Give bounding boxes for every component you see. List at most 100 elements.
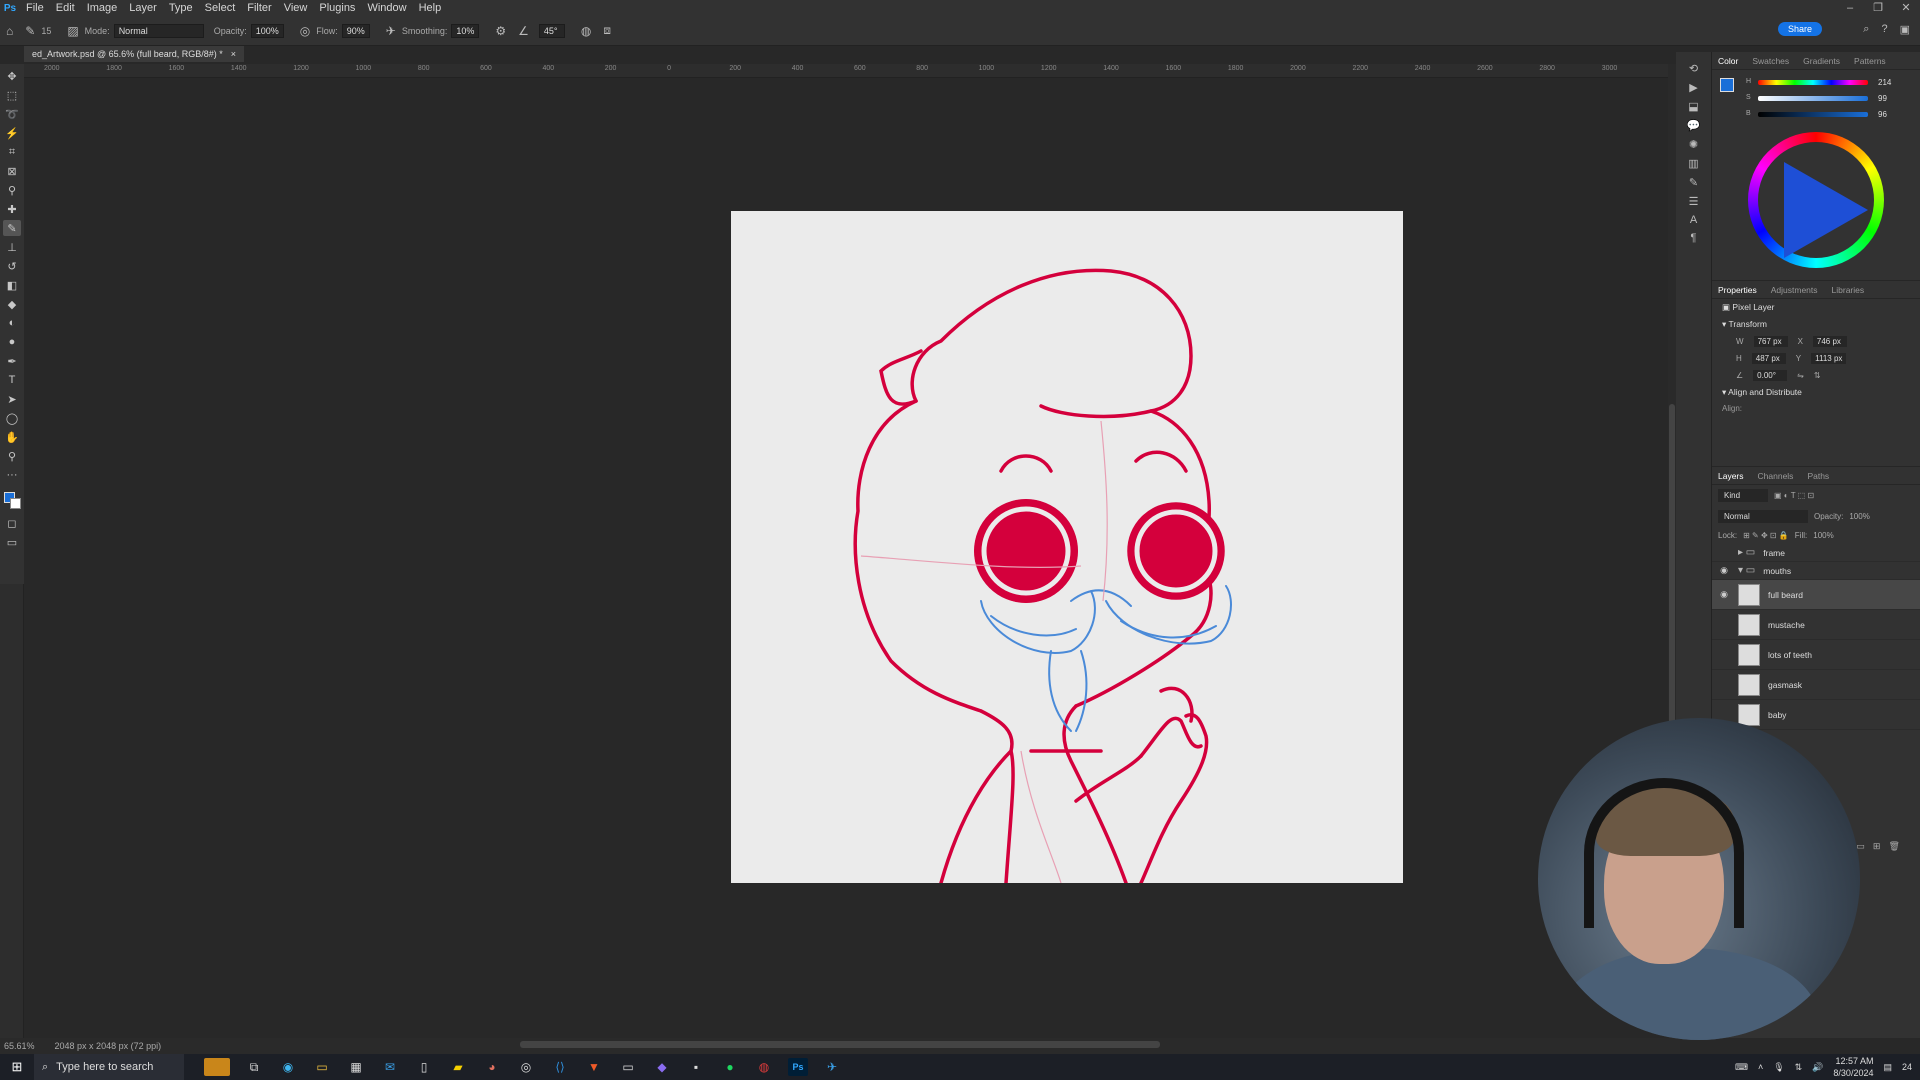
close-icon[interactable]: ✕: [1892, 0, 1920, 16]
menu-view[interactable]: View: [278, 2, 314, 14]
layer-group-frame[interactable]: ▸ ▭ frame: [1712, 544, 1920, 562]
notifications-icon[interactable]: ▤: [1883, 1062, 1892, 1073]
mode-dropdown[interactable]: Normal: [113, 23, 204, 38]
file-explorer-icon[interactable]: ▭: [312, 1058, 332, 1076]
smoothing-field[interactable]: 10%: [451, 23, 480, 38]
tab-swatches[interactable]: Swatches: [1752, 56, 1789, 66]
align-heading[interactable]: ▾ Align and Distribute: [1712, 384, 1920, 401]
menu-type[interactable]: Type: [163, 2, 199, 14]
layer-row[interactable]: mustache: [1712, 610, 1920, 640]
menu-select[interactable]: Select: [199, 2, 242, 14]
app-icon[interactable]: ▪: [686, 1058, 706, 1076]
comments-icon[interactable]: 💬: [1684, 119, 1704, 132]
telegram-icon[interactable]: ✈: [822, 1058, 842, 1076]
eraser-tool-icon[interactable]: ◧: [3, 277, 21, 293]
transform-heading[interactable]: ▾ Transform: [1712, 316, 1920, 333]
document-tab[interactable]: ed_Artwork.psd @ 65.6% (full beard, RGB/…: [24, 46, 244, 62]
tab-gradients[interactable]: Gradients: [1803, 56, 1840, 66]
layer-row[interactable]: gasmask: [1712, 670, 1920, 700]
layer-row[interactable]: lots of teeth: [1712, 640, 1920, 670]
color-swatches[interactable]: [2, 490, 22, 512]
brushes-panel-icon[interactable]: ✺: [1684, 138, 1704, 151]
healing-tool-icon[interactable]: ✚: [3, 201, 21, 217]
network-icon[interactable]: ⇅: [1795, 1062, 1803, 1073]
search-icon[interactable]: ⌕: [1863, 23, 1869, 36]
menu-edit[interactable]: Edit: [50, 2, 81, 14]
taskbar-search[interactable]: ⌕ Type here to search: [34, 1054, 184, 1080]
y-field[interactable]: 1113 px: [1811, 353, 1847, 364]
zoom-tool-icon[interactable]: ⚲: [3, 448, 21, 464]
tab-color[interactable]: Color: [1718, 56, 1738, 66]
paragraph-icon[interactable]: ¶: [1684, 232, 1704, 244]
tab-libraries[interactable]: Libraries: [1832, 285, 1865, 295]
new-layer-icon[interactable]: ⊞: [1873, 841, 1881, 852]
chevron-up-icon[interactable]: ˄: [1758, 1062, 1763, 1072]
width-field[interactable]: 767 px: [1753, 336, 1788, 347]
volume-icon[interactable]: 🔊: [1812, 1062, 1823, 1073]
plugin-icon[interactable]: ⬓: [1684, 100, 1704, 113]
s-value[interactable]: 99: [1878, 94, 1887, 103]
menu-help[interactable]: Help: [413, 2, 448, 14]
screen-mode-icon[interactable]: ▭: [3, 534, 21, 550]
fill-value[interactable]: 100%: [1813, 531, 1833, 540]
crop-tool-icon[interactable]: ⌗: [3, 144, 21, 160]
workspace-icon[interactable]: ▣: [1900, 23, 1910, 36]
angle-field[interactable]: 0.00°: [1753, 370, 1788, 381]
move-tool-icon[interactable]: ✥: [3, 68, 21, 84]
lock-icons[interactable]: ⊞ ✎ ✥ ⊡ 🔒: [1743, 531, 1789, 540]
minimize-icon[interactable]: –: [1836, 0, 1864, 16]
height-field[interactable]: 487 px: [1751, 353, 1786, 364]
share-button[interactable]: Share: [1777, 22, 1822, 36]
new-group-icon[interactable]: ▭: [1856, 841, 1865, 852]
filter-icons[interactable]: ▣ ◐ T ⬚ ⊡: [1774, 491, 1814, 500]
flip-v-icon[interactable]: ⇅: [1814, 371, 1821, 380]
eyedropper-tool-icon[interactable]: ⚲: [3, 182, 21, 198]
more-tools-icon[interactable]: ···: [3, 467, 21, 483]
task-view-icon[interactable]: ⧉: [244, 1058, 264, 1076]
blend-mode-dropdown[interactable]: Normal: [1718, 510, 1808, 523]
hand-tool-icon[interactable]: ✋: [3, 429, 21, 445]
obsidian-icon[interactable]: ◆: [652, 1058, 672, 1076]
airbrush-icon[interactable]: ✈: [386, 24, 396, 38]
kind-filter[interactable]: Kind: [1718, 489, 1768, 502]
blur-tool-icon[interactable]: ◐: [3, 315, 21, 331]
eye-icon[interactable]: ◉: [1718, 565, 1730, 576]
vscode-icon[interactable]: ⟨⟩: [550, 1058, 570, 1076]
menu-file[interactable]: File: [20, 2, 50, 14]
b-value[interactable]: 96: [1878, 110, 1887, 119]
mail-icon[interactable]: ✉: [380, 1058, 400, 1076]
menu-image[interactable]: Image: [81, 2, 124, 14]
brush-tool-icon[interactable]: ✎: [3, 220, 21, 236]
brush-tool-icon[interactable]: ✎: [25, 24, 35, 38]
history-brush-icon[interactable]: ↺: [3, 258, 21, 274]
history-icon[interactable]: ⟲: [1684, 62, 1704, 75]
photoshop-taskbar-icon[interactable]: Ps: [788, 1058, 808, 1076]
background-color[interactable]: [10, 498, 21, 509]
widget-icon[interactable]: [204, 1058, 230, 1076]
obs-icon[interactable]: ◎: [516, 1058, 536, 1076]
gear-icon[interactable]: ⚙: [495, 24, 506, 38]
saturation-slider[interactable]: [1758, 96, 1868, 101]
flip-h-icon[interactable]: ⇋: [1797, 371, 1804, 380]
menu-layer[interactable]: Layer: [123, 2, 163, 14]
tab-patterns[interactable]: Patterns: [1854, 56, 1886, 66]
notepad-icon[interactable]: ▯: [414, 1058, 434, 1076]
actions-icon[interactable]: ▶: [1684, 81, 1704, 94]
path-select-icon[interactable]: ➤: [3, 391, 21, 407]
artboard[interactable]: [731, 211, 1403, 885]
canvas-area[interactable]: [24, 78, 1669, 1038]
hue-slider[interactable]: [1758, 80, 1868, 85]
frame-tool-icon[interactable]: ⊠: [3, 163, 21, 179]
home-icon[interactable]: ⌂: [6, 24, 13, 38]
restore-icon[interactable]: ❐: [1864, 0, 1892, 16]
adjustment-icon[interactable]: ✎: [1684, 176, 1704, 189]
stamp-tool-icon[interactable]: ⊥: [3, 239, 21, 255]
store-icon[interactable]: ▦: [346, 1058, 366, 1076]
windows-start-icon[interactable]: ⊞: [0, 1059, 34, 1075]
document-info[interactable]: 2048 px x 2048 px (72 ppi): [55, 1041, 162, 1051]
paint-bucket-icon[interactable]: ◆: [3, 296, 21, 312]
symmetry-icon[interactable]: ⧈: [603, 23, 611, 38]
h-value[interactable]: 214: [1878, 78, 1891, 87]
color-wheel[interactable]: [1748, 132, 1884, 268]
zoom-level[interactable]: 65.61%: [4, 1041, 35, 1051]
